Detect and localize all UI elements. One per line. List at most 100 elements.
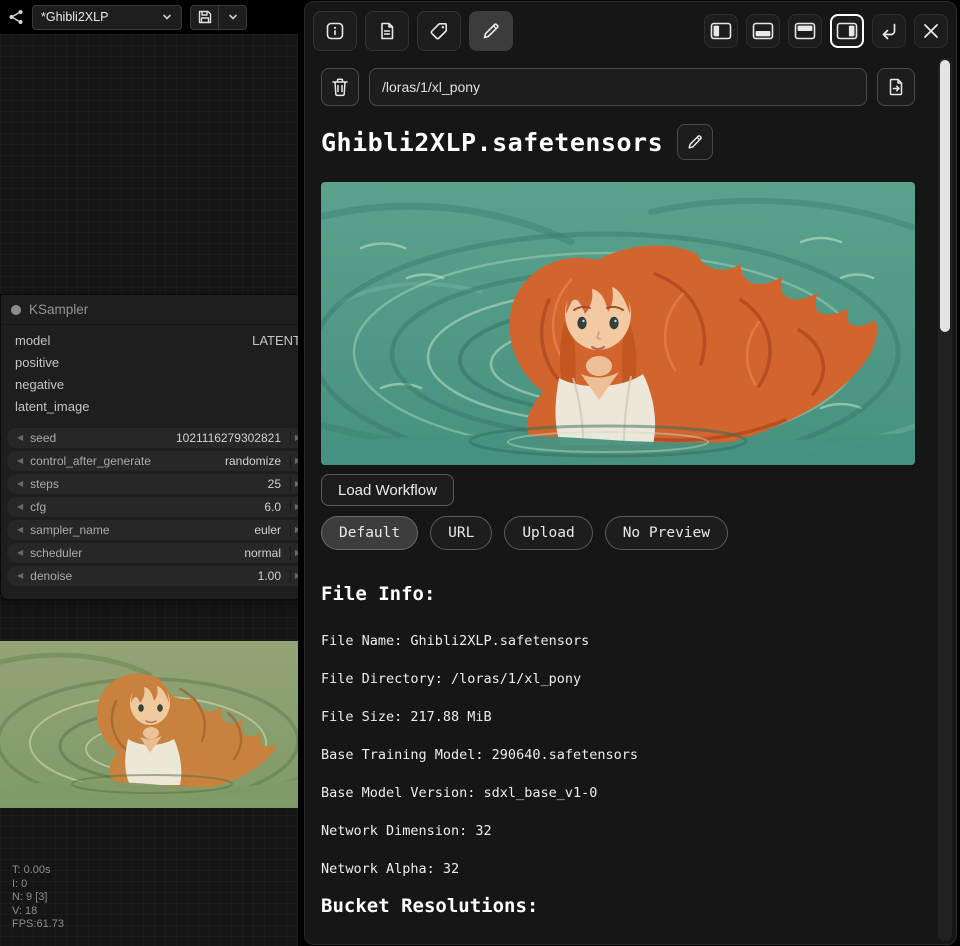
increment-icon[interactable]: ▶ — [295, 503, 298, 511]
save-split-button — [190, 5, 247, 30]
node-collapse-dot[interactable] — [11, 305, 21, 315]
slot-latent-image: latent_image — [1, 395, 298, 417]
canvas-stats: T: 0.00s I: 0 N: 9 [3] V: 18 FPS:61.73 — [12, 864, 64, 932]
preview-default-button[interactable]: Default — [321, 516, 418, 550]
node-widgets: ◀seed1021116279302821▶ ◀control_after_ge… — [1, 419, 298, 599]
ksampler-node[interactable]: KSampler model LATENT positive negative … — [0, 294, 298, 600]
tab-tags[interactable] — [417, 11, 461, 51]
widget-scheduler[interactable]: ◀schedulernormal▶ — [7, 543, 298, 563]
slot-negative: negative — [1, 373, 298, 395]
widget-control-after-generate[interactable]: ◀control_after_generaterandomize▶ — [7, 451, 298, 471]
file-info-heading: File Info: — [321, 583, 435, 605]
tag-icon — [429, 21, 449, 41]
file-info-line: Base Model Version: sdxl_base_v1-0 — [321, 774, 638, 812]
undock-button[interactable] — [872, 14, 906, 48]
widget-cfg[interactable]: ◀cfg6.0▶ — [7, 497, 298, 517]
file-info-line: Base Training Model: 290640.safetensors — [321, 736, 638, 774]
panel-scrollbar[interactable] — [938, 58, 952, 941]
export-path-button[interactable] — [877, 68, 915, 106]
stat-line: I: 0 — [12, 878, 64, 892]
dock-bottom-button[interactable] — [746, 14, 780, 48]
stat-line: T: 0.00s — [12, 864, 64, 878]
slot-model: model LATENT — [1, 329, 298, 351]
decrement-icon[interactable]: ◀ — [17, 503, 23, 511]
node-header[interactable]: KSampler — [1, 295, 298, 325]
stat-line: N: 9 [3] — [12, 891, 64, 905]
delete-model-button[interactable] — [321, 68, 359, 106]
dock-left-button[interactable] — [704, 14, 738, 48]
decrement-icon[interactable]: ◀ — [17, 526, 23, 534]
stat-line: V: 18 — [12, 905, 64, 919]
preview-none-button[interactable]: No Preview — [605, 516, 728, 550]
file-info-line: File Directory: /loras/1/xl_pony — [321, 660, 638, 698]
model-preview-image[interactable] — [321, 182, 915, 465]
close-panel-button[interactable] — [914, 14, 948, 48]
tab-description[interactable] — [365, 11, 409, 51]
node-slots: model LATENT positive negative latent_im… — [1, 325, 298, 419]
save-button[interactable] — [191, 6, 218, 29]
info-icon — [325, 21, 345, 41]
edit-pencil-icon — [686, 133, 704, 151]
increment-icon[interactable]: ▶ — [295, 434, 298, 442]
workflow-name: *Ghibli2XLP — [41, 10, 108, 24]
stat-line: FPS:61.73 — [12, 918, 64, 932]
file-export-icon — [886, 77, 906, 97]
dock-right-button[interactable] — [830, 14, 864, 48]
share-icon[interactable] — [8, 9, 24, 25]
decrement-icon[interactable]: ◀ — [17, 457, 23, 465]
path-row — [321, 68, 915, 106]
widget-seed[interactable]: ◀seed1021116279302821▶ — [7, 428, 298, 448]
dock-top-button[interactable] — [788, 14, 822, 48]
input-label: positive — [15, 355, 59, 370]
rename-model-button[interactable] — [677, 124, 713, 160]
decrement-icon[interactable]: ◀ — [17, 434, 23, 442]
increment-icon[interactable]: ▶ — [295, 457, 298, 465]
node-canvas[interactable]: KSampler model LATENT positive negative … — [0, 34, 298, 946]
file-info-line: Network Alpha: 32 — [321, 850, 638, 888]
bucket-resolutions-heading: Bucket Resolutions: — [321, 895, 538, 917]
preview-upload-button[interactable]: Upload — [504, 516, 592, 550]
output-label: LATENT — [252, 333, 298, 348]
preview-url-button[interactable]: URL — [430, 516, 492, 550]
scrollbar-thumb[interactable] — [940, 60, 950, 332]
document-icon — [377, 21, 397, 41]
chevron-down-icon — [161, 11, 173, 23]
node-title: KSampler — [29, 302, 88, 317]
dock-left-icon — [710, 22, 732, 40]
widget-denoise[interactable]: ◀denoise1.00▶ — [7, 566, 298, 586]
input-label: negative — [15, 377, 64, 392]
widget-sampler-name[interactable]: ◀sampler_nameeuler▶ — [7, 520, 298, 540]
input-label: model — [15, 333, 50, 348]
decrement-icon[interactable]: ◀ — [17, 572, 23, 580]
title-row: Ghibli2XLP.safetensors — [321, 124, 713, 160]
preview-source-buttons: Default URL Upload No Preview — [321, 516, 728, 550]
increment-icon[interactable]: ▶ — [295, 526, 298, 534]
file-info-line: File Name: Ghibli2XLP.safetensors — [321, 622, 638, 660]
load-workflow-button[interactable]: Load Workflow — [321, 474, 454, 506]
widget-steps[interactable]: ◀steps25▶ — [7, 474, 298, 494]
return-arrow-icon — [878, 20, 900, 42]
file-info-list: File Name: Ghibli2XLP.safetensors File D… — [321, 622, 638, 888]
decrement-icon[interactable]: ◀ — [17, 549, 23, 557]
graph-area: *Ghibli2XLP KSampler — [0, 0, 298, 946]
file-info-line: Network Dimension: 32 — [321, 812, 638, 850]
workflow-select[interactable]: *Ghibli2XLP — [32, 5, 182, 30]
chevron-down-icon — [227, 11, 239, 23]
model-path-input[interactable] — [369, 68, 867, 106]
increment-icon[interactable]: ▶ — [295, 572, 298, 580]
panel-toolbar — [313, 10, 948, 52]
dock-bottom-icon — [752, 22, 774, 40]
save-icon — [197, 9, 213, 25]
node-preview-image — [0, 641, 298, 808]
decrement-icon[interactable]: ◀ — [17, 480, 23, 488]
tab-edit[interactable] — [469, 11, 513, 51]
dock-top-icon — [794, 22, 816, 40]
trash-icon — [331, 77, 349, 97]
save-menu-button[interactable] — [219, 6, 246, 29]
model-title: Ghibli2XLP.safetensors — [321, 128, 663, 157]
dock-right-icon — [836, 22, 858, 40]
input-label: latent_image — [15, 399, 89, 414]
tab-info[interactable] — [313, 11, 357, 51]
increment-icon[interactable]: ▶ — [295, 549, 298, 557]
increment-icon[interactable]: ▶ — [295, 480, 298, 488]
